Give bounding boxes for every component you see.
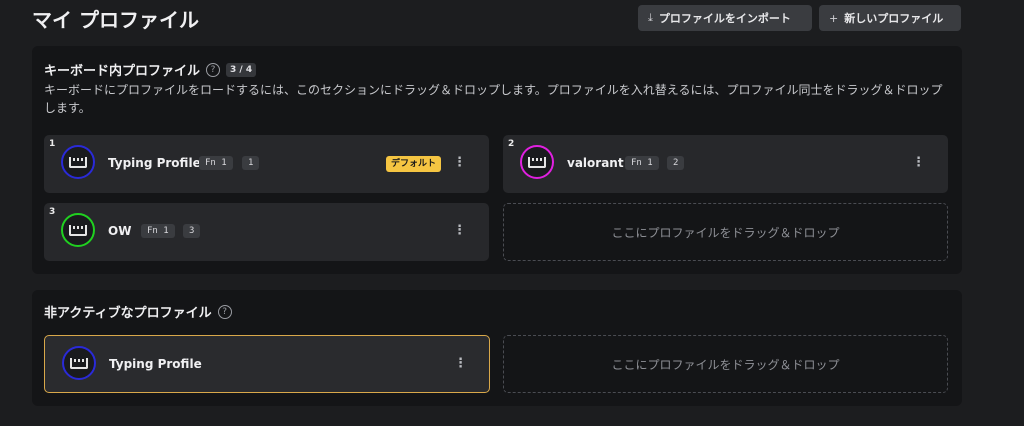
fn-tag: Fn 1 xyxy=(141,224,175,238)
page-title: マイ プロファイル xyxy=(32,8,199,32)
inactive-profile-card[interactable]: Typing Profile ⋮ xyxy=(44,335,490,393)
profile-name: Typing Profile xyxy=(108,156,201,170)
avatar xyxy=(61,145,95,179)
slot-number: 1 xyxy=(49,139,56,149)
inactive-profiles-section: 非アクティブなプロファイル ? Typing Profile ⋮ ここにプロファ… xyxy=(32,290,962,406)
help-icon[interactable]: ? xyxy=(206,62,221,77)
profile-card-3[interactable]: 3 OW Fn 1 3 ⋮ xyxy=(44,203,489,261)
keyboard-icon xyxy=(528,156,546,168)
profile-card-2[interactable]: 2 valorant Fn 1 2 ⋮ xyxy=(503,135,948,193)
more-options-icon[interactable]: ⋮ xyxy=(453,223,466,239)
slot-number: 3 xyxy=(49,207,56,217)
help-icon[interactable]: ? xyxy=(217,304,232,319)
more-options-icon[interactable]: ⋮ xyxy=(912,155,925,171)
fn-tag: Fn 1 xyxy=(199,156,233,170)
keyboard-icon xyxy=(69,156,87,168)
import-profile-label: プロファイルをインポート xyxy=(658,12,791,25)
keyboard-section-title-text: キーボード内プロファイル xyxy=(44,64,201,79)
profile-count-badge: 3 / 4 xyxy=(226,62,257,77)
avatar xyxy=(62,346,96,380)
profile-card-1[interactable]: 1 Typing Profile Fn 1 1 デフォルト ⋮ xyxy=(44,135,489,193)
profile-name: Typing Profile xyxy=(109,357,202,371)
profile-dropzone[interactable]: ここにプロファイルをドラッグ＆ドロップ xyxy=(503,203,948,261)
keyboard-section-title: キーボード内プロファイル ? 3 / 4 xyxy=(44,60,257,79)
profile-name: OW xyxy=(108,224,132,238)
slot-number: 2 xyxy=(508,139,515,149)
keyboard-icon xyxy=(70,357,88,369)
profile-name: valorant xyxy=(567,156,624,170)
new-profile-button[interactable]: + 新しいプロファイル xyxy=(819,5,961,31)
default-badge: デフォルト xyxy=(386,156,442,172)
download-icon: ⤓ xyxy=(648,11,653,24)
layer-tag: 2 xyxy=(667,156,685,170)
keyboard-icon xyxy=(69,224,87,236)
layer-tag: 1 xyxy=(242,156,260,170)
keyboard-section-description: キーボードにプロファイルをロードするには、このセクションにドラッグ＆ドロップしま… xyxy=(44,83,943,115)
inactive-section-title-text: 非アクティブなプロファイル xyxy=(44,306,212,321)
more-options-icon[interactable]: ⋮ xyxy=(453,155,466,171)
avatar xyxy=(61,213,95,247)
keyboard-profiles-section: キーボード内プロファイル ? 3 / 4 キーボードにプロファイルをロードするに… xyxy=(32,46,962,274)
profile-dropzone[interactable]: ここにプロファイルをドラッグ＆ドロップ xyxy=(503,335,948,393)
layer-tag: 3 xyxy=(183,224,201,238)
plus-icon: + xyxy=(829,11,839,25)
inactive-section-title: 非アクティブなプロファイル ? xyxy=(44,302,232,321)
fn-tag: Fn 1 xyxy=(625,156,659,170)
new-profile-label: 新しいプロファイル xyxy=(844,12,944,25)
avatar xyxy=(520,145,554,179)
more-options-icon[interactable]: ⋮ xyxy=(454,356,467,372)
import-profile-button[interactable]: ⤓ プロファイルをインポート xyxy=(638,5,812,31)
